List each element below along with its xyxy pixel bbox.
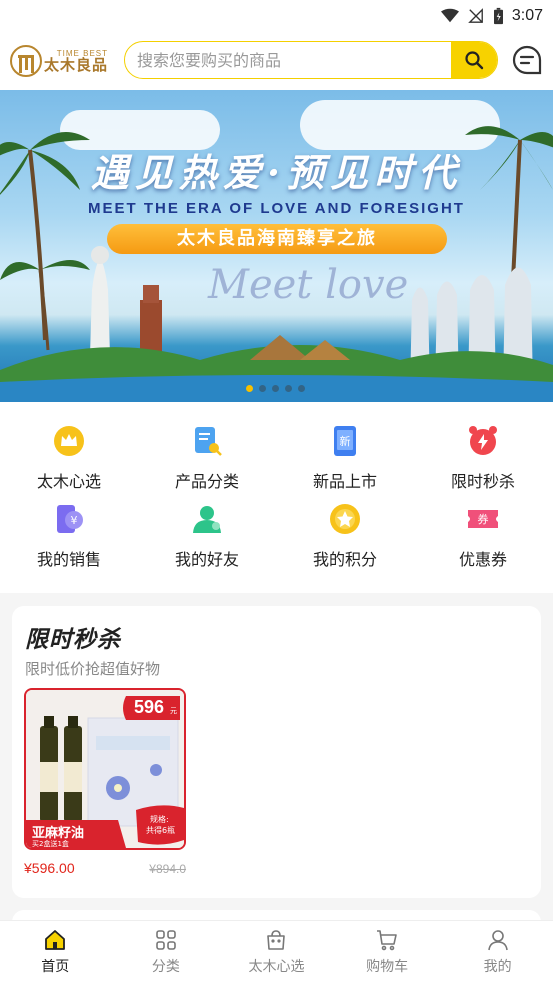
- alarm-icon: [469, 426, 497, 455]
- nav-item-category[interactable]: 产品分类: [138, 424, 276, 492]
- product-spec-label: 规格:: [150, 815, 169, 824]
- banner-dot[interactable]: [246, 385, 253, 392]
- status-time: 3:07: [511, 7, 543, 24]
- no-signal-icon: [468, 8, 483, 23]
- bottom-tab-bar: 首页 分类 太木心选 购物车 我的: [0, 920, 553, 983]
- tab-taimu-select[interactable]: 太木心选: [221, 921, 332, 983]
- user-icon: [487, 930, 508, 951]
- banner-dot[interactable]: [259, 385, 266, 392]
- logo-chinese: 太木良品: [44, 55, 109, 74]
- tab-label: 我的: [483, 959, 512, 975]
- promo-banner[interactable]: 遇见热爱·预见时代 MEET THE ERA OF LOVE AND FORES…: [0, 90, 553, 402]
- product-card[interactable]: 596 元 亚麻籽油 买2盒送1盒 规格: 共得6瓶 ¥596.00 ¥894.…: [24, 688, 186, 876]
- search-bar: [124, 41, 498, 79]
- new-icon: 新: [334, 426, 356, 456]
- nav-item-label: 太木心选: [36, 472, 101, 491]
- nav-item-my-points[interactable]: 我的积分: [276, 502, 414, 570]
- points-icon: [330, 504, 360, 534]
- section-subtitle: 限时低价抢超值好物: [25, 660, 161, 678]
- product-image: 596 元 亚麻籽油 买2盒送1盒 规格: 共得6瓶: [24, 688, 186, 850]
- sales-icon: ¥: [57, 505, 83, 533]
- product-badge-unit: 元: [170, 707, 177, 715]
- nav-item-label: 产品分类: [174, 472, 239, 491]
- banner-subtitle: MEET THE ERA OF LOVE AND FORESIGHT: [88, 200, 465, 217]
- crown-icon: [54, 426, 84, 456]
- tab-label: 太木心选: [248, 959, 305, 975]
- banner-title: 遇见热爱·预见时代: [90, 150, 463, 195]
- section-title: 限时秒杀: [25, 627, 121, 653]
- category-icon: [195, 427, 222, 456]
- tab-cart[interactable]: 购物车: [332, 921, 443, 983]
- banner-dot[interactable]: [272, 385, 279, 392]
- search-button[interactable]: [451, 42, 497, 78]
- tab-profile[interactable]: 我的: [442, 921, 553, 983]
- tab-label: 首页: [41, 959, 70, 975]
- nav-item-my-friends[interactable]: 我的好友: [138, 502, 276, 570]
- nav-item-label: 我的好友: [174, 550, 239, 569]
- message-icon[interactable]: [511, 44, 543, 76]
- nav-item-label: 优惠券: [458, 550, 507, 569]
- product-price: ¥596.00: [24, 860, 75, 876]
- nav-item-new-arrivals[interactable]: 新 新品上市: [276, 424, 414, 492]
- product-original-price: ¥894.0: [149, 862, 186, 876]
- product-spec-value: 共得6瓶: [146, 826, 176, 835]
- home-icon: [45, 930, 66, 950]
- nav-item-my-sales[interactable]: ¥ 我的销售: [0, 502, 138, 570]
- battery-icon: [493, 7, 503, 25]
- grid-icon: [156, 930, 176, 950]
- banner-pagination: [246, 385, 305, 392]
- svg-text:¥: ¥: [71, 514, 78, 527]
- search-icon: [465, 51, 484, 70]
- bag-icon: [267, 930, 286, 950]
- product-promo: 买2盒送1盒: [32, 840, 69, 848]
- status-bar: 3:07: [0, 0, 553, 32]
- nav-item-label: 限时秒杀: [450, 472, 515, 491]
- tab-home[interactable]: 首页: [0, 921, 111, 983]
- top-header: TIME BEST 太木良品: [0, 32, 553, 90]
- svg-text:新: 新: [340, 434, 351, 448]
- product-badge-price: 596: [134, 697, 165, 717]
- tab-label: 购物车: [366, 959, 409, 975]
- svg-text:券: 券: [478, 512, 489, 526]
- flash-sale-section: 限时秒杀 限时低价抢超值好物 596 元 亚麻籽油 买2盒送1盒 规格: 共得6…: [12, 606, 541, 898]
- nav-item-taimu-select[interactable]: 太木心选: [0, 424, 138, 492]
- search-input[interactable]: [125, 42, 451, 78]
- coupon-icon: 券: [468, 510, 498, 528]
- wifi-icon: [440, 8, 459, 23]
- banner-dot[interactable]: [298, 385, 305, 392]
- banner-dot[interactable]: [285, 385, 292, 392]
- nav-item-label: 我的销售: [36, 550, 101, 569]
- cart-icon: [377, 930, 397, 951]
- friends-icon: [193, 506, 221, 533]
- nav-item-label: 新品上市: [312, 472, 377, 491]
- logo-mark-icon: [10, 45, 42, 77]
- nav-item-flash-sale[interactable]: 限时秒杀: [414, 424, 552, 492]
- nav-item-coupons[interactable]: 券 优惠券: [414, 502, 552, 570]
- brand-logo[interactable]: TIME BEST 太木良品: [10, 41, 122, 81]
- tab-label: 分类: [151, 959, 180, 975]
- banner-script-text: Meet love: [208, 262, 409, 308]
- banner-tagline: 太木良品海南臻享之旅: [107, 224, 447, 254]
- tab-category[interactable]: 分类: [111, 921, 222, 983]
- quick-nav-grid: 太木心选 产品分类 新 新品上市 限时秒杀 ¥ 我的销售 我的好友 我的积分 券…: [0, 402, 553, 593]
- nav-item-label: 我的积分: [312, 550, 377, 569]
